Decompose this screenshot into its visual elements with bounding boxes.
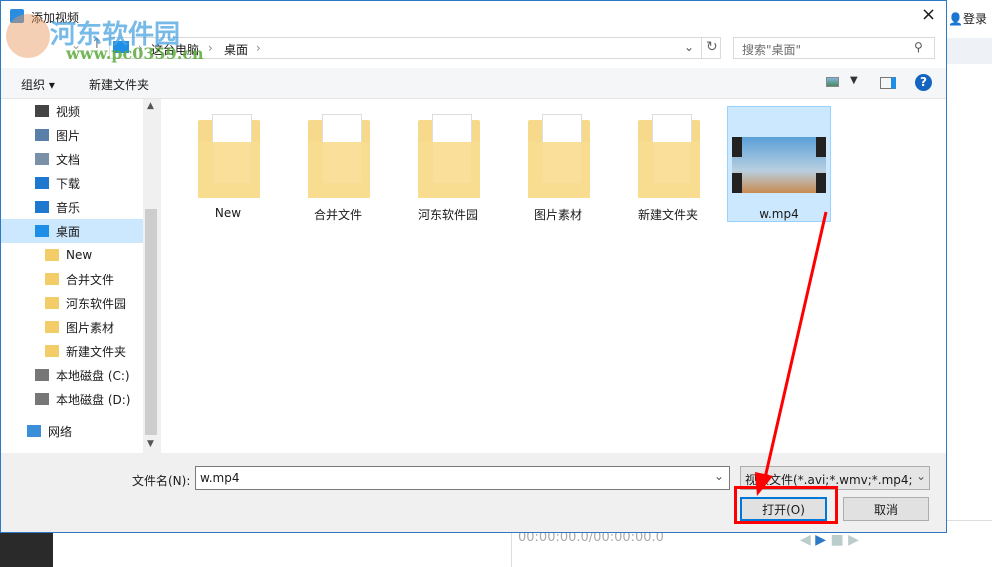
red-highlight-box: [734, 486, 838, 524]
annotation-layer: [734, 211, 838, 524]
red-arrow-head: [755, 472, 773, 496]
red-arrow: [763, 211, 828, 479]
